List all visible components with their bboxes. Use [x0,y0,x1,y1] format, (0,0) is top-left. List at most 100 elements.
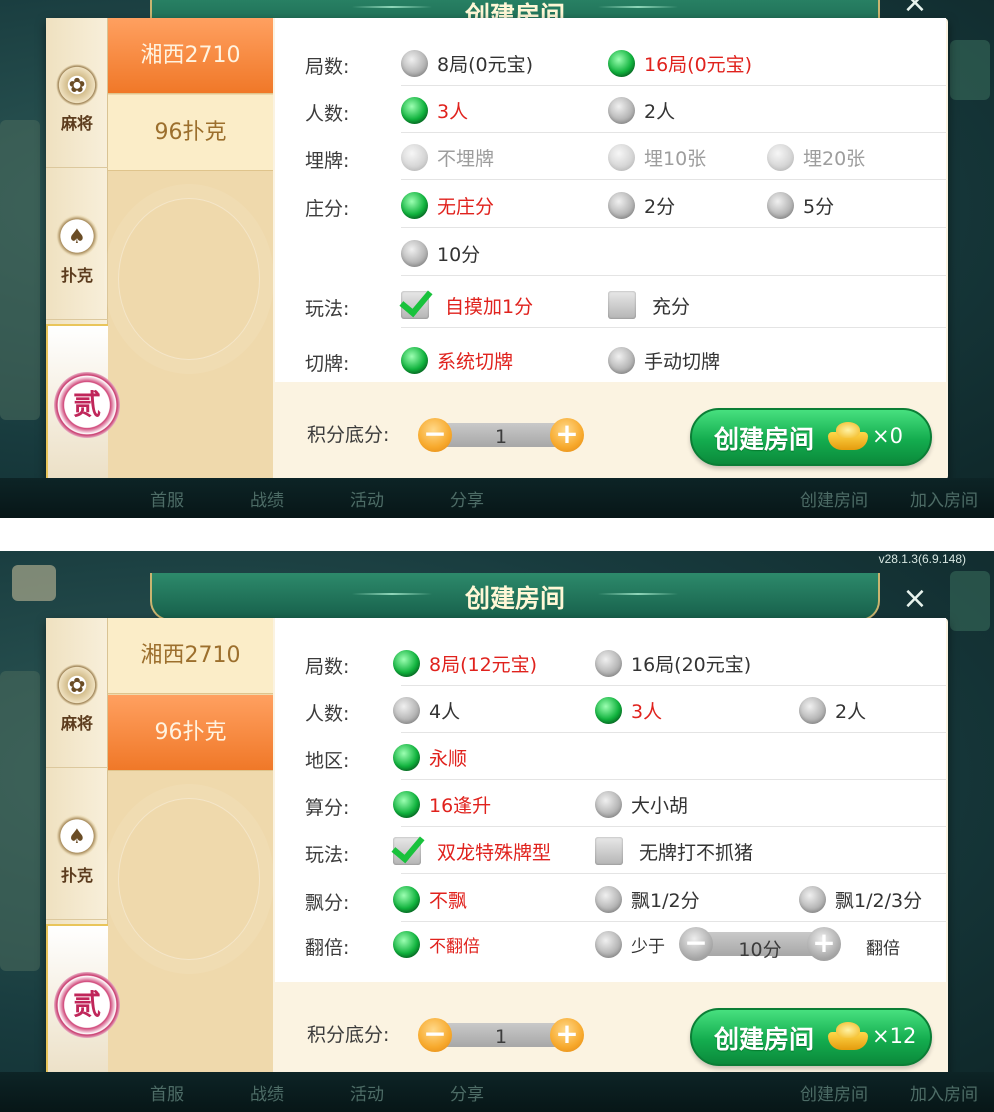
nav-item[interactable]: 加入房间 [910,1080,978,1105]
radio-icon [595,930,622,958]
game-tab-96poker[interactable]: 96扑克 [108,95,273,171]
option-self-draw-plus1[interactable]: 自摸加1分 [401,290,533,320]
game-tab-xiangxi[interactable]: 湘西2710 [108,18,273,94]
create-room-button[interactable]: 创建房间 ×12 [690,1008,932,1066]
nav-item[interactable]: 分享 [450,1080,484,1105]
option-less-than[interactable]: 少于 [595,929,665,959]
spade-icon: ♠ [56,215,98,257]
plus-button[interactable]: + [807,927,841,961]
dialog-footer: 积分底分: 1 − + 创建房间 ×0 [275,382,946,478]
option-5-points[interactable]: 5分 [767,190,834,220]
nav-item[interactable]: 战绩 [250,1080,284,1105]
option-bury-20[interactable]: 埋20张 [767,142,865,172]
radio-icon [608,346,635,374]
nav-item[interactable]: 首服 [150,1080,184,1105]
option-label: 不埋牌 [437,147,495,170]
minus-button[interactable]: − [418,1018,452,1052]
option-no-float[interactable]: 不飘 [393,884,467,914]
option-no-double[interactable]: 不翻倍 [393,929,480,959]
nav-item[interactable]: 首服 [150,486,184,511]
bottom-nav: 首服 战绩 活动 分享 创建房间 加入房间 [0,478,994,518]
option-3-players[interactable]: 3人 [401,95,468,125]
radio-selected-icon [393,790,420,818]
base-score-label: 积分底分: [307,424,390,446]
row-label: 局数: [305,56,350,78]
radio-selected-icon [393,930,420,958]
create-room-button[interactable]: 创建房间 ×0 [690,408,932,466]
option-float-1-2-3[interactable]: 飘1/2/3分 [799,884,922,914]
nav-item[interactable]: 创建房间 [800,486,868,511]
close-icon[interactable]: × [900,584,930,614]
option-label: 永顺 [429,747,468,770]
minus-button[interactable]: − [418,418,452,452]
option-16-rounds[interactable]: 16局(0元宝) [608,48,752,78]
option-label: 16逢升 [429,794,492,817]
dialog-header: 创建房间 [150,573,880,621]
badge-coin-icon: 贰 [54,972,120,1038]
minus-button[interactable]: − [679,927,713,961]
category-mahjong[interactable]: ✿ 麻将 [46,18,108,168]
category-poker[interactable]: ♠ 扑克 [46,770,108,920]
option-4-players[interactable]: 4人 [393,695,460,725]
nav-item[interactable]: 创建房间 [800,1080,868,1105]
plus-button[interactable]: + [550,1018,584,1052]
option-2-players[interactable]: 2人 [608,95,675,125]
game-tab-96poker[interactable]: 96扑克 [108,695,273,771]
home-icon[interactable] [12,565,56,601]
option-3-players[interactable]: 3人 [595,695,662,725]
option-row-cut: 切牌: 系统切牌 手动切牌 [275,335,946,383]
option-label: 自摸加1分 [445,295,534,318]
radio-selected-icon [401,96,428,124]
option-label: 少于 [631,936,665,957]
option-full-score[interactable]: 充分 [608,290,690,320]
radio-icon [799,885,826,913]
row-label: 庄分: [305,198,350,220]
nav-item[interactable]: 活动 [350,486,384,511]
category-label: 麻将 [60,114,93,133]
option-8-rounds[interactable]: 8局(0元宝) [401,48,533,78]
option-system-cut[interactable]: 系统切牌 [401,345,513,375]
option-label: 充分 [652,295,691,318]
option-double-dragon[interactable]: 双龙特殊牌型 [393,836,551,866]
nav-item[interactable]: 活动 [350,1080,384,1105]
option-2-points[interactable]: 2分 [608,190,675,220]
option-label: 3人 [631,700,663,723]
option-label: 飘1/2分 [631,889,700,912]
room-type-badge[interactable]: 贰 [46,924,130,1080]
option-bury-10[interactable]: 埋10张 [608,142,706,172]
row-label: 人数: [305,103,350,125]
option-manual-cut[interactable]: 手动切牌 [608,345,720,375]
category-mahjong[interactable]: ✿ 麻将 [46,618,108,768]
nav-item[interactable]: 加入房间 [910,486,978,511]
category-poker[interactable]: ♠ 扑克 [46,170,108,320]
create-room-panel: ✿ 麻将 ♠ 扑克 贰 湘西2710 96扑克 局数: 8局(12元宝) 16局… [46,618,948,1080]
option-label: 2人 [835,700,867,723]
option-8-rounds[interactable]: 8局(12元宝) [393,648,537,678]
radio-icon [767,191,794,219]
option-no-pig[interactable]: 无牌打不抓猪 [595,836,753,866]
base-score-stepper[interactable]: 1 − + [418,1018,584,1052]
row-label: 埋牌: [305,150,350,172]
room-cost: ×12 [872,1024,917,1048]
plus-button[interactable]: + [550,418,584,452]
nav-item[interactable]: 战绩 [250,486,284,511]
room-type-badge[interactable]: 贰 [46,324,130,480]
option-16-step[interactable]: 16逢升 [393,789,491,819]
option-big-small-hu[interactable]: 大小胡 [595,789,688,819]
option-no-dealer-score[interactable]: 无庄分 [401,190,494,220]
row-label: 切牌: [305,353,350,375]
option-10-points[interactable]: 10分 [401,238,480,268]
nav-item[interactable]: 分享 [450,486,484,511]
option-no-bury[interactable]: 不埋牌 [401,142,494,172]
option-2-players[interactable]: 2人 [799,695,866,725]
option-yongshun[interactable]: 永顺 [393,742,467,772]
game-tab-xiangxi[interactable]: 湘西2710 [108,618,273,694]
base-score-stepper[interactable]: 1 − + [418,418,584,452]
category-sidebar: ✿ 麻将 ♠ 扑克 贰 [46,618,130,1080]
option-float-1-2[interactable]: 飘1/2分 [595,884,700,914]
option-16-rounds[interactable]: 16局(20元宝) [595,648,751,678]
option-label: 无牌打不抓猪 [639,841,754,864]
double-threshold-stepper[interactable]: 10分 − + [679,927,841,961]
close-icon[interactable]: × [900,0,930,18]
checkbox-checked-icon [393,837,421,865]
